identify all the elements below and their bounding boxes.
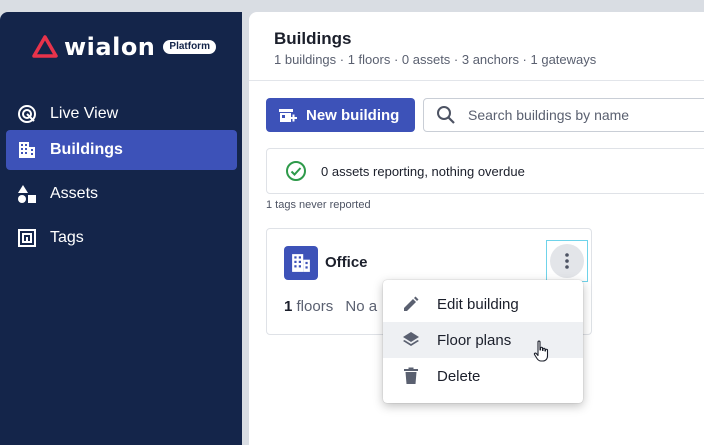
menu-item-label: Edit building [437, 295, 519, 313]
more-vertical-icon [550, 244, 584, 278]
wialon-logo-icon [32, 35, 58, 58]
menu-item-edit-building[interactable]: Edit building [383, 286, 583, 322]
search-box[interactable] [423, 98, 704, 132]
search-icon [437, 106, 455, 124]
wialon-logo[interactable]: wialon Platform [32, 34, 216, 60]
menu-item-floor-plans[interactable]: Floor plans [383, 322, 583, 358]
sidebar: wialon Platform Live View Buildings Asse… [0, 12, 242, 445]
sidebar-item-label: Buildings [50, 141, 123, 158]
platform-badge: Platform [163, 40, 216, 54]
add-building-icon [279, 109, 297, 122]
tag-icon [16, 227, 38, 249]
live-view-icon [16, 103, 38, 125]
floors-label: floors [296, 298, 334, 315]
page-title: Buildings [274, 29, 352, 48]
sidebar-item-live-view[interactable]: Live View [6, 94, 237, 134]
header-divider [249, 80, 704, 81]
sidebar-item-label: Assets [50, 185, 99, 202]
building-icon [284, 246, 318, 280]
menu-item-delete[interactable]: Delete [383, 358, 583, 394]
hand-pointer-icon [533, 340, 549, 362]
menu-item-label: Delete [437, 367, 481, 385]
sidebar-item-label: Tags [50, 229, 84, 246]
floors-count: 1 [284, 298, 293, 315]
pencil-icon [401, 294, 421, 314]
trash-icon [401, 366, 421, 386]
sidebar-item-buildings[interactable]: Buildings [6, 130, 237, 170]
menu-item-label: Floor plans [437, 331, 512, 349]
sidebar-item-label: Live View [50, 105, 119, 122]
search-input[interactable] [468, 107, 688, 123]
new-building-button[interactable]: New building [266, 98, 415, 132]
sidebar-item-tags[interactable]: Tags [6, 218, 237, 258]
check-circle-icon [286, 161, 306, 181]
status-text: 0 assets reporting, nothing overdue [321, 163, 525, 179]
assets-status-truncated: No a [345, 298, 378, 315]
never-reported-note: 1 tags never reported [266, 199, 371, 211]
logo-wordmark: wialon [64, 33, 156, 61]
status-banner: 0 assets reporting, nothing overdue [266, 148, 704, 194]
building-icon [16, 139, 38, 161]
building-name[interactable]: Office [325, 254, 368, 271]
layers-icon [401, 330, 421, 350]
shapes-icon [16, 183, 38, 205]
more-options-button[interactable] [546, 240, 588, 282]
building-stats: 1 floors No a [284, 298, 377, 315]
page-summary: 1 buildings · 1 floors · 0 assets · 3 an… [274, 52, 597, 67]
new-building-label: New building [306, 106, 400, 124]
sidebar-item-assets[interactable]: Assets [6, 174, 237, 214]
building-context-menu: Edit building Floor plans Delete [383, 280, 583, 403]
